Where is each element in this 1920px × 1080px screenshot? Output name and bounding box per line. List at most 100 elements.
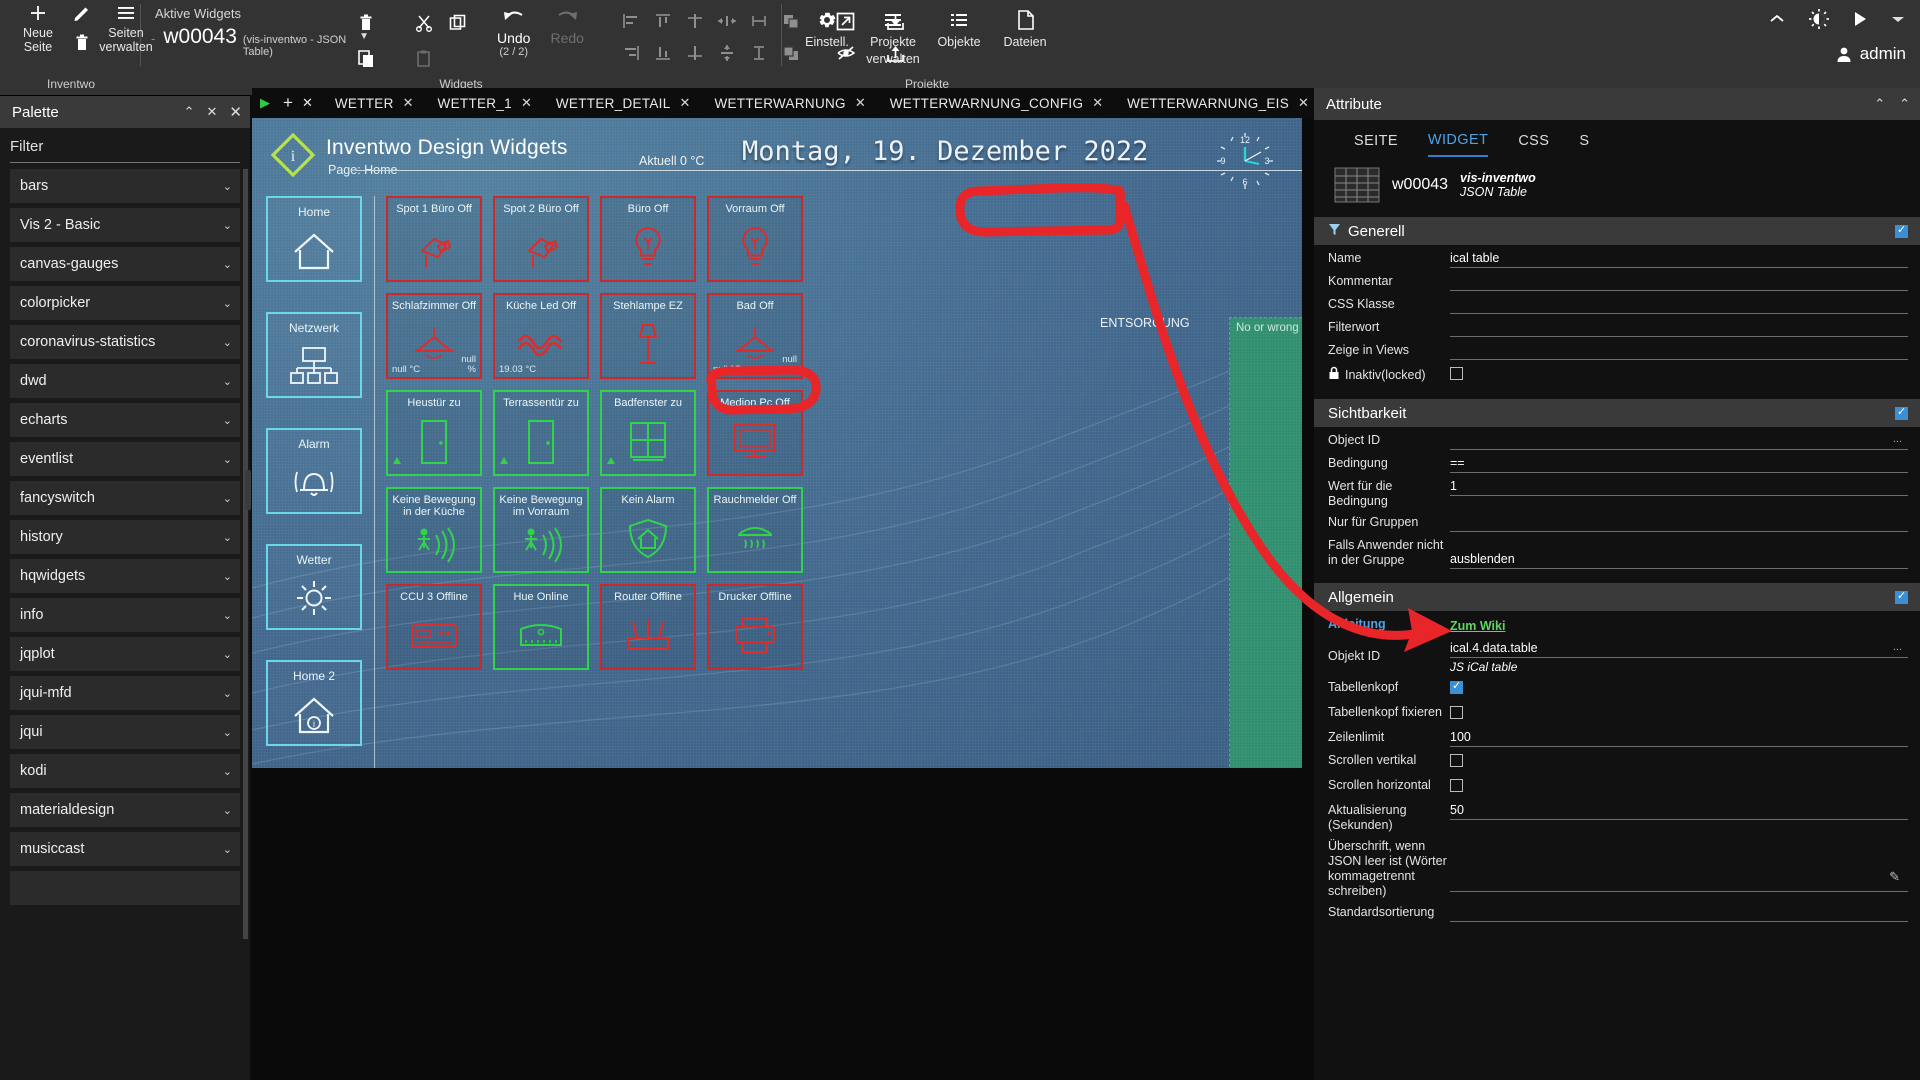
inaktiv-checkbox[interactable]: [1450, 367, 1463, 380]
paste-button[interactable]: [409, 44, 439, 74]
tile-medion-pc[interactable]: Medion Pc Off: [707, 390, 803, 476]
section-generell-checkbox[interactable]: [1895, 223, 1908, 238]
section-generell-header[interactable]: Generell: [1314, 217, 1920, 245]
align-top-icon[interactable]: [648, 6, 678, 36]
field-value[interactable]: [1450, 320, 1908, 337]
tab-close-icon[interactable]: ✕: [1298, 95, 1309, 111]
palette-item[interactable]: info ⌄: [10, 598, 240, 632]
scrollen-vertikal-checkbox[interactable]: [1450, 754, 1463, 767]
nav-tile-home[interactable]: Home: [266, 196, 362, 282]
nav-tile-home-2[interactable]: Home 2 i: [266, 660, 362, 746]
tile-spot-2-buero[interactable]: Spot 2 Büro Off: [493, 196, 589, 282]
close-view-icon[interactable]: ✕: [298, 95, 323, 111]
tab-close-icon[interactable]: ✕: [521, 95, 532, 111]
align-right-icon[interactable]: [616, 38, 646, 68]
field-value[interactable]: [1450, 433, 1908, 450]
field-value[interactable]: ical table: [1450, 251, 1908, 268]
tab-wetter-detail[interactable]: WETTER_DETAIL ✕: [544, 88, 703, 118]
palette-collapse-icon[interactable]: ✕: [207, 104, 218, 120]
tab-s[interactable]: S: [1579, 133, 1589, 156]
align-center-horizontal-icon[interactable]: [680, 6, 710, 36]
object-id-browse-icon[interactable]: ...: [1893, 433, 1902, 445]
tab-wetterwarnung[interactable]: WETTERWARNUNG ✕: [702, 88, 877, 118]
tabellenkopf-fixieren-checkbox[interactable]: [1450, 706, 1463, 719]
width-equal-icon[interactable]: [744, 6, 774, 36]
attributes-sort-icon[interactable]: ⌃: [1874, 96, 1885, 112]
tab-wetterwarnung-config[interactable]: WETTERWARNUNG_CONFIG ✕: [878, 88, 1115, 118]
tab-wetter[interactable]: WETTER ✕: [323, 88, 426, 118]
cut-button[interactable]: [409, 8, 439, 38]
tile-hue[interactable]: Hue Online: [493, 584, 589, 670]
tile-kein-alarm[interactable]: Kein Alarm: [600, 487, 696, 573]
tile-router[interactable]: Router Offline: [600, 584, 696, 670]
tile-buero[interactable]: Büro Off: [600, 196, 696, 282]
tile-kueche-led[interactable]: Küche Led Off 19.03 °C: [493, 293, 589, 379]
palette-item[interactable]: history ⌄: [10, 520, 240, 554]
palette-item[interactable]: canvas-gauges ⌄: [10, 247, 240, 281]
settings-button[interactable]: Einstell.: [796, 0, 858, 66]
nav-tile-wetter[interactable]: Wetter: [266, 544, 362, 630]
tile-badfenster[interactable]: Badfenster zu: [600, 390, 696, 476]
palette-item[interactable]: jqui-mfd ⌄: [10, 676, 240, 710]
tile-schlafzimmer[interactable]: Schlafzimmer Off null °C null%: [386, 293, 482, 379]
palette-item[interactable]: jqplot ⌄: [10, 637, 240, 671]
objects-button[interactable]: Objekte: [928, 0, 990, 66]
field-value[interactable]: 50: [1450, 803, 1908, 820]
theme-toggle-icon[interactable]: [1808, 8, 1830, 30]
tab-close-icon[interactable]: ✕: [855, 95, 866, 111]
chevron-down-icon[interactable]: ▼: [359, 31, 369, 42]
tab-widget[interactable]: WIDGET: [1427, 132, 1489, 157]
nav-tile-netzwerk[interactable]: Netzwerk: [266, 312, 362, 398]
objekt-id-browse-icon[interactable]: ...: [1893, 641, 1902, 653]
tab-seite[interactable]: SEITE: [1354, 133, 1398, 156]
palette-item[interactable]: eventlist ⌄: [10, 442, 240, 476]
height-equal-icon[interactable]: [744, 38, 774, 68]
more-chevron-icon[interactable]: [1890, 13, 1906, 25]
palette-scrollbar[interactable]: [243, 169, 248, 939]
tab-close-icon[interactable]: ✕: [403, 95, 414, 111]
manage-projects-button[interactable]: Projekte verwalten: [862, 0, 924, 66]
tile-spot-1-buero[interactable]: Spot 1 Büro Off: [386, 196, 482, 282]
palette-item[interactable]: jqui ⌄: [10, 715, 240, 749]
distribute-horizontal-icon[interactable]: [712, 6, 742, 36]
tab-wetter-1[interactable]: WETTER_1 ✕: [426, 88, 544, 118]
files-button[interactable]: Dateien: [994, 0, 1056, 66]
palette-item[interactable]: colorpicker ⌄: [10, 286, 240, 320]
edit-pencil-icon[interactable]: ✎: [1889, 869, 1900, 885]
tile-bad[interactable]: Bad Off null °C null%: [707, 293, 803, 379]
tab-wetterwarnung-eis[interactable]: WETTERWARNUNG_EIS ✕: [1115, 88, 1314, 118]
palette-close-icon[interactable]: ✕: [229, 103, 242, 121]
palette-item[interactable]: Vis 2 - Basic ⌄: [10, 208, 240, 242]
tabellenkopf-checkbox[interactable]: [1450, 679, 1463, 694]
redo-button[interactable]: Redo: [540, 0, 593, 46]
copy-button[interactable]: [443, 8, 473, 38]
nav-tile-alarm[interactable]: Alarm: [266, 428, 362, 514]
selected-json-table-widget[interactable]: No or wrong data in datapoint!: [1229, 317, 1302, 768]
palette-item[interactable]: bars ⌄: [10, 169, 240, 203]
palette-item[interactable]: fancyswitch ⌄: [10, 481, 240, 515]
collapse-ribbon-icon[interactable]: [1768, 13, 1786, 25]
add-view-icon[interactable]: +: [278, 93, 298, 113]
align-center-vertical-icon[interactable]: [680, 38, 710, 68]
field-value[interactable]: [1450, 515, 1908, 532]
tile-drucker[interactable]: Drucker Offline: [707, 584, 803, 670]
field-value[interactable]: [1450, 343, 1908, 360]
delete-page-icon[interactable]: [74, 30, 90, 56]
align-left-icon[interactable]: [616, 6, 646, 36]
active-widget-selector[interactable]: - w00043 (vis-inventwo - JSON Table) ▼: [151, 25, 369, 58]
distribute-vertical-icon[interactable]: [712, 38, 742, 68]
tab-close-icon[interactable]: ✕: [680, 95, 691, 111]
tile-ccu3[interactable]: CCU 3 Offline: [386, 584, 482, 670]
edit-page-button[interactable]: [60, 0, 104, 56]
field-value[interactable]: ausblenden: [1450, 552, 1908, 569]
tab-css[interactable]: CSS: [1518, 133, 1549, 156]
design-canvas[interactable]: i Inventwo Design Widgets Page: Home Akt…: [252, 118, 1302, 768]
section-sichtbarkeit-checkbox[interactable]: [1895, 405, 1908, 420]
field-value[interactable]: ==: [1450, 456, 1908, 473]
palette-sort-icon[interactable]: ⌃: [184, 104, 195, 120]
field-value[interactable]: ical.4.data.table: [1450, 641, 1908, 658]
tile-bewegung-vorraum[interactable]: Keine Bewegung im Vorraum: [493, 487, 589, 573]
field-value[interactable]: 100: [1450, 730, 1908, 747]
duplicate-widget-button[interactable]: [351, 44, 381, 74]
tile-terrassentuer[interactable]: Terrassentür zu: [493, 390, 589, 476]
